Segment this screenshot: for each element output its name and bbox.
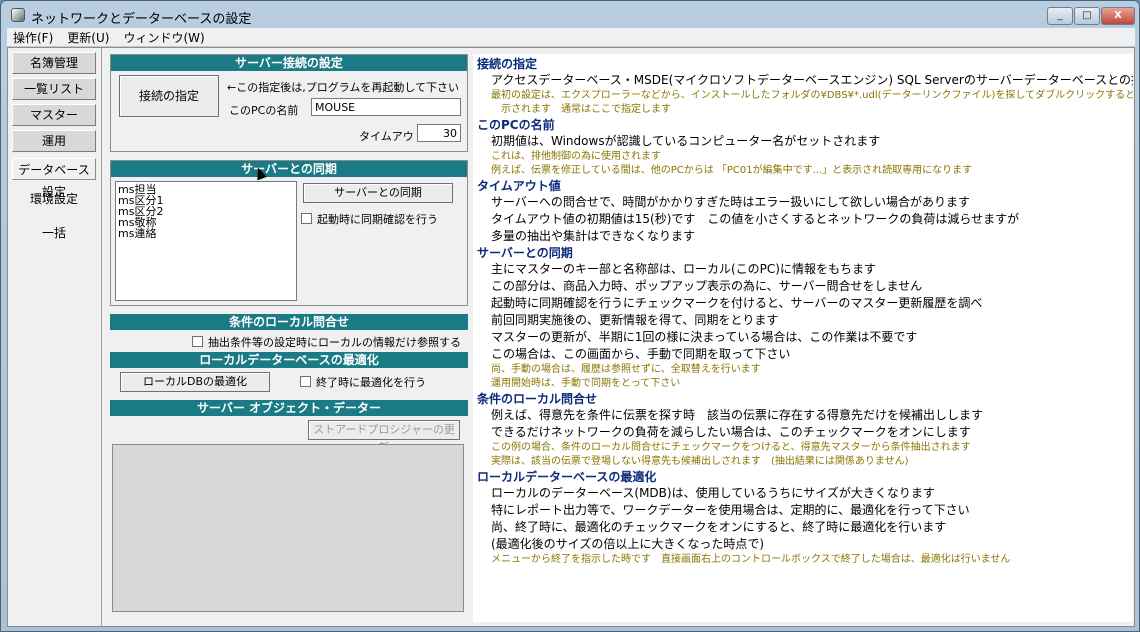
sidebar-item-operation[interactable]: 運用	[12, 130, 96, 152]
maximize-button[interactable]: □	[1074, 7, 1100, 25]
help-heading: 接続の指定	[477, 57, 538, 71]
help-heading: このPCの名前	[477, 118, 555, 132]
help-note: 示されます 通常はここで指定します	[491, 104, 671, 115]
close-button[interactable]: X	[1101, 7, 1135, 25]
help-line: 多量の抽出や集計はできなくなります	[491, 229, 696, 243]
sidebar-item-roster[interactable]: 名簿管理	[12, 52, 96, 74]
help-note: この例の場合、条件のローカル問合せにチェックマークをつけると、得意先マスターから…	[491, 442, 971, 453]
help-line: できるだけネットワークの負荷を減らしたい場合は、このチェックマークをオンにします	[491, 425, 971, 439]
pc-name-input[interactable]: MOUSE	[311, 98, 461, 116]
optimize-on-exit-checkbox[interactable]	[300, 376, 311, 387]
help-line: タイムアウト値の初期値は15(秒)です この値を小さくするとネットワークの負荷は…	[491, 212, 1020, 226]
local-query-label: 抽出条件等の設定時にローカルの情報だけ参照する	[208, 336, 461, 349]
title-bar[interactable]: ネットワークとデーターベースの設定 _ □ X	[1, 1, 1139, 29]
sidebar-item-db-settings[interactable]: データベース設定	[12, 158, 96, 199]
help-line: この部分は、商品入力時、ポップアップ表示の為に、サーバー問合せをしません	[491, 279, 923, 293]
server-connect-group: サーバー接続の設定 接続の指定 ←この指定後は,プログラムを再起動して下さい こ…	[110, 54, 468, 152]
startup-sync-label: 起動時に同期確認を行う	[317, 213, 438, 226]
help-line: 主にマスターのキー部と名称部は、ローカル(このPC)に情報をもちます	[491, 262, 876, 276]
help-note: 尚、手動の場合は、履歴は参照せずに、全取替えを行います	[491, 364, 761, 375]
help-line: 尚、終了時に、最適化のチェックマークをオンにすると、終了時に最適化を行います	[491, 520, 947, 534]
help-line: この場合は、この画面から、手動で同期を取って下さい	[491, 347, 791, 361]
section-header: ローカルデーターベースの最適化	[110, 352, 468, 368]
list-item[interactable]: ms連絡	[118, 228, 294, 239]
sidebar-item-environment[interactable]: 環境設定	[12, 188, 96, 210]
sync-group: サーバーとの同期 ms担当 ms区分1 ms区分2 ms敬称 ms連絡 サーバー…	[110, 160, 468, 306]
help-note: これは、排他制御の為に使用されます	[491, 151, 661, 162]
sync-button[interactable]: サーバーとの同期	[303, 183, 453, 203]
minimize-button[interactable]: _	[1047, 7, 1073, 25]
help-note: 最初の設定は、エクスプローラーなどから、インストールしたフォルダの¥DBS¥*.…	[491, 90, 1133, 101]
help-line: 初期値は、Windowsが認識しているコンピューター名がセットされます	[491, 134, 881, 148]
section-header: 条件のローカル問合せ	[110, 314, 468, 330]
sidebar-item-batch[interactable]: 一括	[12, 222, 96, 244]
help-line: アクセスデーターベース・MSDE(マイクロソフトデーターベースエンジン) SQL…	[491, 73, 1133, 87]
help-line: 前回同期実施後の、更新情報を得て、同期をとります	[491, 313, 779, 327]
help-heading: タイムアウト値	[477, 179, 561, 193]
settings-panel: サーバー接続の設定 接続の指定 ←この指定後は,プログラムを再起動して下さい こ…	[110, 54, 468, 614]
client-area: 名簿管理 一覧リスト マスター 運用 データベース設定 環境設定 一括 サーバー…	[7, 47, 1135, 627]
local-query-group: 条件のローカル問合せ 抽出条件等の設定時にローカルの情報だけ参照する	[110, 314, 468, 350]
help-heading: 条件のローカル問合せ	[477, 392, 598, 406]
help-note: 運用開始時は、手動で同期をとって下さい	[491, 378, 681, 389]
help-heading: サーバーとの同期	[477, 246, 573, 260]
update-stored-procedures-button[interactable]: ストアードプロシジャーの更新	[308, 420, 460, 454]
help-note: 実際は、該当の伝票で登場しない得意先も候補出しされます (抽出結果には関係ありま…	[491, 456, 909, 467]
sidebar-item-master[interactable]: マスター	[12, 104, 96, 126]
optimize-group: ローカルデーターベースの最適化 ローカルDBの最適化 終了時に最適化を行う	[110, 352, 468, 398]
section-header: サーバーとの同期	[111, 161, 467, 177]
help-line: (最適化後のサイズの倍以上に大きくなった時点で)	[491, 537, 765, 551]
timeout-input[interactable]: 30	[417, 124, 461, 142]
server-object-area	[112, 444, 464, 612]
help-line: サーバーへの問合せで、時間がかかりすぎた時はエラー扱いにして欲しい場合があります	[491, 195, 971, 209]
window-title: ネットワークとデーターベースの設定	[31, 12, 252, 27]
connect-button[interactable]: 接続の指定	[119, 75, 219, 117]
startup-sync-checkbox[interactable]	[301, 213, 312, 224]
section-header: サーバー接続の設定	[111, 55, 467, 71]
sidebar-item-list[interactable]: 一覧リスト	[12, 78, 96, 100]
help-line: 特にレポート出力等で、ワークデーターを使用場合は、定期的に、最適化を行って下さい	[491, 503, 970, 517]
main-window: ネットワークとデーターベースの設定 _ □ X 操作(F) 更新(U) ウィンド…	[0, 0, 1140, 632]
help-text-panel: 接続の指定アクセスデーターベース・MSDE(マイクロソフトデーターベースエンジン…	[473, 54, 1133, 622]
optimize-button[interactable]: ローカルDBの最適化	[120, 372, 270, 392]
menu-update[interactable]: 更新(U)	[67, 29, 109, 46]
help-line: マスターの更新が、半期に1回の様に決まっている場合は、この作業は不要です	[491, 330, 918, 344]
optimize-on-exit-label: 終了時に最適化を行う	[316, 376, 426, 389]
menu-operation[interactable]: 操作(F)	[13, 29, 53, 46]
help-note: 例えば、伝票を修正している間は、他のPCからは 「PC01が編集中です...」と…	[491, 165, 973, 176]
connect-note: ←この指定後は,プログラムを再起動して下さい	[227, 81, 460, 94]
server-object-group: サーバー オブジェクト・データー ストアードプロシジャーの更新	[110, 400, 468, 614]
help-line: 例えば、得意先を条件に伝票を探す時 該当の伝票に存在する得意先だけを候補出ししま…	[491, 408, 984, 422]
section-header: サーバー オブジェクト・データー	[110, 400, 468, 416]
sidebar: 名簿管理 一覧リスト マスター 運用 データベース設定 環境設定 一括	[8, 48, 102, 626]
app-icon[interactable]	[11, 8, 25, 22]
menu-bar: 操作(F) 更新(U) ウィンドウ(W)	[7, 28, 1135, 46]
pc-name-label: このPCの名前	[229, 104, 299, 117]
help-line: 起動時に同期確認を行うにチェックマークを付けると、サーバーのマスター更新履歴を調…	[491, 296, 983, 310]
help-line: ローカルのデーターベース(MDB)は、使用しているうちにサイズが大きくなります	[491, 486, 935, 500]
help-heading: ローカルデーターベースの最適化	[477, 470, 657, 484]
local-query-checkbox[interactable]	[192, 336, 203, 347]
help-note: メニューから終了を指示した時です 直接画面右上のコントロールボックスで終了した場…	[491, 554, 1011, 565]
sync-table-list[interactable]: ms担当 ms区分1 ms区分2 ms敬称 ms連絡	[115, 181, 297, 301]
menu-window[interactable]: ウィンドウ(W)	[123, 29, 204, 46]
